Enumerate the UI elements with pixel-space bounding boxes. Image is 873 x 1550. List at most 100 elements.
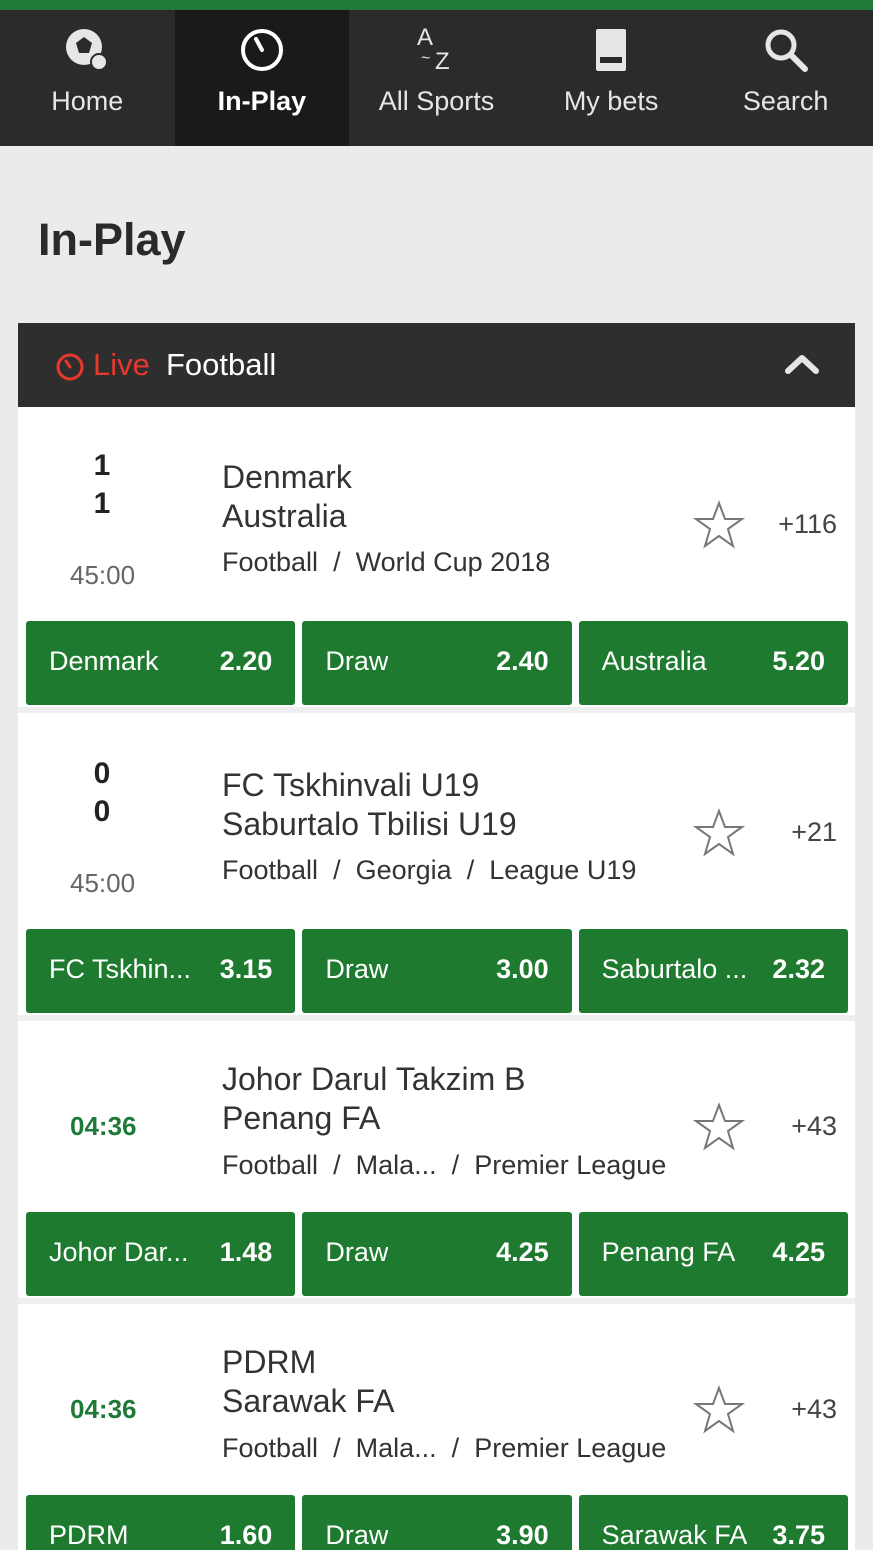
match-clock: 45:00 [70, 560, 136, 590]
event-breadcrumb: Football / Georgia / League U19 [222, 855, 636, 886]
odds-button[interactable]: Draw 3.00 [302, 929, 572, 1013]
selection-name: Draw [325, 1520, 389, 1550]
selection-name: Draw [325, 954, 389, 984]
selection-price: 3.90 [496, 1520, 549, 1550]
team-home[interactable]: FC Tskhinvali U19 [222, 767, 479, 804]
crumb-region: Mala... [355, 1433, 437, 1463]
selection-name: Penang FA [601, 1237, 736, 1267]
odds-button[interactable]: Denmark 2.20 [26, 621, 296, 705]
odds-button[interactable]: Australia 5.20 [578, 621, 848, 705]
team-home[interactable]: Denmark [222, 459, 352, 496]
selection-price: 2.40 [496, 646, 549, 676]
selection-name: Johor Dar... [49, 1237, 189, 1267]
odds-button[interactable]: Sarawak FA 3.75 [578, 1495, 848, 1550]
selection-price: 3.15 [219, 954, 273, 984]
main-nav: Home In-Play A Z ~ All Sports My bets Se… [0, 10, 873, 146]
team-home[interactable]: Johor Darul Takzim B [222, 1061, 526, 1098]
selection-price: 1.60 [219, 1520, 273, 1550]
score-away: 1 [93, 487, 111, 520]
crumb-competition: Premier League [474, 1433, 667, 1463]
selection-name: FC Tskhin... [49, 954, 192, 984]
nav-search-label: Search [742, 86, 829, 116]
score-home: 1 [93, 449, 111, 482]
event-card: 04:36 PDRM Sarawak FA Football / Mala...… [18, 1306, 855, 1550]
crumb-sport: Football [222, 1150, 319, 1180]
nav-all-sports[interactable]: A Z ~ All Sports [349, 10, 524, 146]
crumb-sport: Football [222, 1433, 319, 1463]
search-icon [698, 24, 873, 76]
star-icon[interactable] [692, 1102, 746, 1157]
selection-name: Australia [601, 646, 707, 676]
more-markets-link[interactable]: +43 [791, 1394, 837, 1425]
selection-price: 1.48 [219, 1237, 273, 1267]
selection-price: 3.00 [496, 954, 549, 984]
star-icon[interactable] [692, 1385, 746, 1440]
crumb-sport: Football [222, 547, 319, 577]
selection-price: 2.20 [219, 646, 273, 676]
live-clock-icon [55, 352, 85, 387]
crumb-separator: / [459, 855, 482, 885]
star-icon[interactable] [692, 500, 746, 555]
match-clock: 04:36 [70, 1111, 137, 1141]
divider [18, 1298, 855, 1304]
odds-button[interactable]: Johor Dar... 1.48 [26, 1212, 296, 1296]
more-markets-link[interactable]: +43 [791, 1111, 837, 1142]
live-label: Live [93, 347, 150, 382]
svg-text:A: A [417, 25, 433, 51]
team-away[interactable]: Australia [222, 498, 347, 535]
crumb-region: Mala... [355, 1150, 437, 1180]
odds-button[interactable]: Draw 4.25 [302, 1212, 572, 1296]
svg-text:Z: Z [435, 48, 450, 75]
event-card: 1 1 45:00 Denmark Australia Football / W… [18, 407, 855, 707]
selection-price: 2.32 [772, 954, 825, 984]
nav-all-sports-label: All Sports [378, 86, 495, 116]
nav-my-bets[interactable]: My bets [524, 10, 699, 146]
betslip-icon [524, 24, 699, 76]
odds-row: PDRM 1.60 Draw 3.90 Sarawak FA 3.75 [26, 1495, 848, 1550]
selection-name: Draw [325, 1237, 389, 1267]
event-breadcrumb: Football / Mala... / Premier League [222, 1150, 666, 1181]
az-sort-icon: A Z ~ [349, 24, 524, 76]
selection-price: 4.25 [772, 1237, 825, 1267]
crumb-separator: / [444, 1150, 467, 1180]
crumb-separator: / [325, 1150, 349, 1180]
chevron-up-icon[interactable] [785, 353, 819, 380]
score-away: 0 [93, 795, 111, 828]
team-away[interactable]: Penang FA [222, 1100, 380, 1137]
odds-button[interactable]: Penang FA 4.25 [578, 1212, 848, 1296]
odds-button[interactable]: Saburtalo ... 2.32 [578, 929, 848, 1013]
crumb-separator: / [444, 1433, 467, 1463]
divider [18, 707, 855, 713]
team-home[interactable]: PDRM [222, 1344, 316, 1381]
team-away[interactable]: Sarawak FA [222, 1383, 395, 1420]
nav-my-bets-label: My bets [563, 86, 659, 116]
star-icon[interactable] [692, 808, 746, 863]
crumb-separator: / [325, 547, 349, 577]
nav-home[interactable]: Home [0, 10, 175, 146]
selection-name: Sarawak FA [601, 1520, 748, 1550]
odds-button[interactable]: PDRM 1.60 [26, 1495, 296, 1550]
section-header[interactable]: Live Football [18, 323, 855, 407]
live-football-section: Live Football 1 1 45:00 Denmark Australi… [18, 323, 855, 1550]
stopwatch-icon [175, 24, 350, 76]
team-away[interactable]: Saburtalo Tbilisi U19 [222, 806, 517, 843]
odds-row: FC Tskhin... 3.15 Draw 3.00 Saburtalo ... 2… [26, 929, 848, 1013]
odds-row: Johor Dar... 1.48 Draw 4.25 Penang FA 4.25 [26, 1212, 848, 1296]
nav-home-label: Home [51, 86, 124, 116]
crumb-separator: / [325, 855, 349, 885]
match-clock: 04:36 [70, 1394, 137, 1424]
sport-label: Football [166, 347, 277, 382]
more-markets-link[interactable]: +21 [791, 817, 837, 848]
crumb-separator: / [325, 1433, 349, 1463]
nav-search[interactable]: Search [698, 10, 873, 146]
selection-name: Draw [325, 646, 389, 676]
odds-button[interactable]: Draw 3.90 [302, 1495, 572, 1550]
selection-price: 3.75 [772, 1520, 825, 1550]
divider [18, 1015, 855, 1021]
odds-button[interactable]: FC Tskhin... 3.15 [26, 929, 296, 1013]
odds-button[interactable]: Draw 2.40 [302, 621, 572, 705]
more-markets-link[interactable]: +116 [778, 509, 837, 540]
nav-in-play-label: In-Play [217, 86, 307, 116]
svg-text:~: ~ [421, 50, 430, 67]
nav-in-play[interactable]: In-Play [174, 10, 350, 146]
